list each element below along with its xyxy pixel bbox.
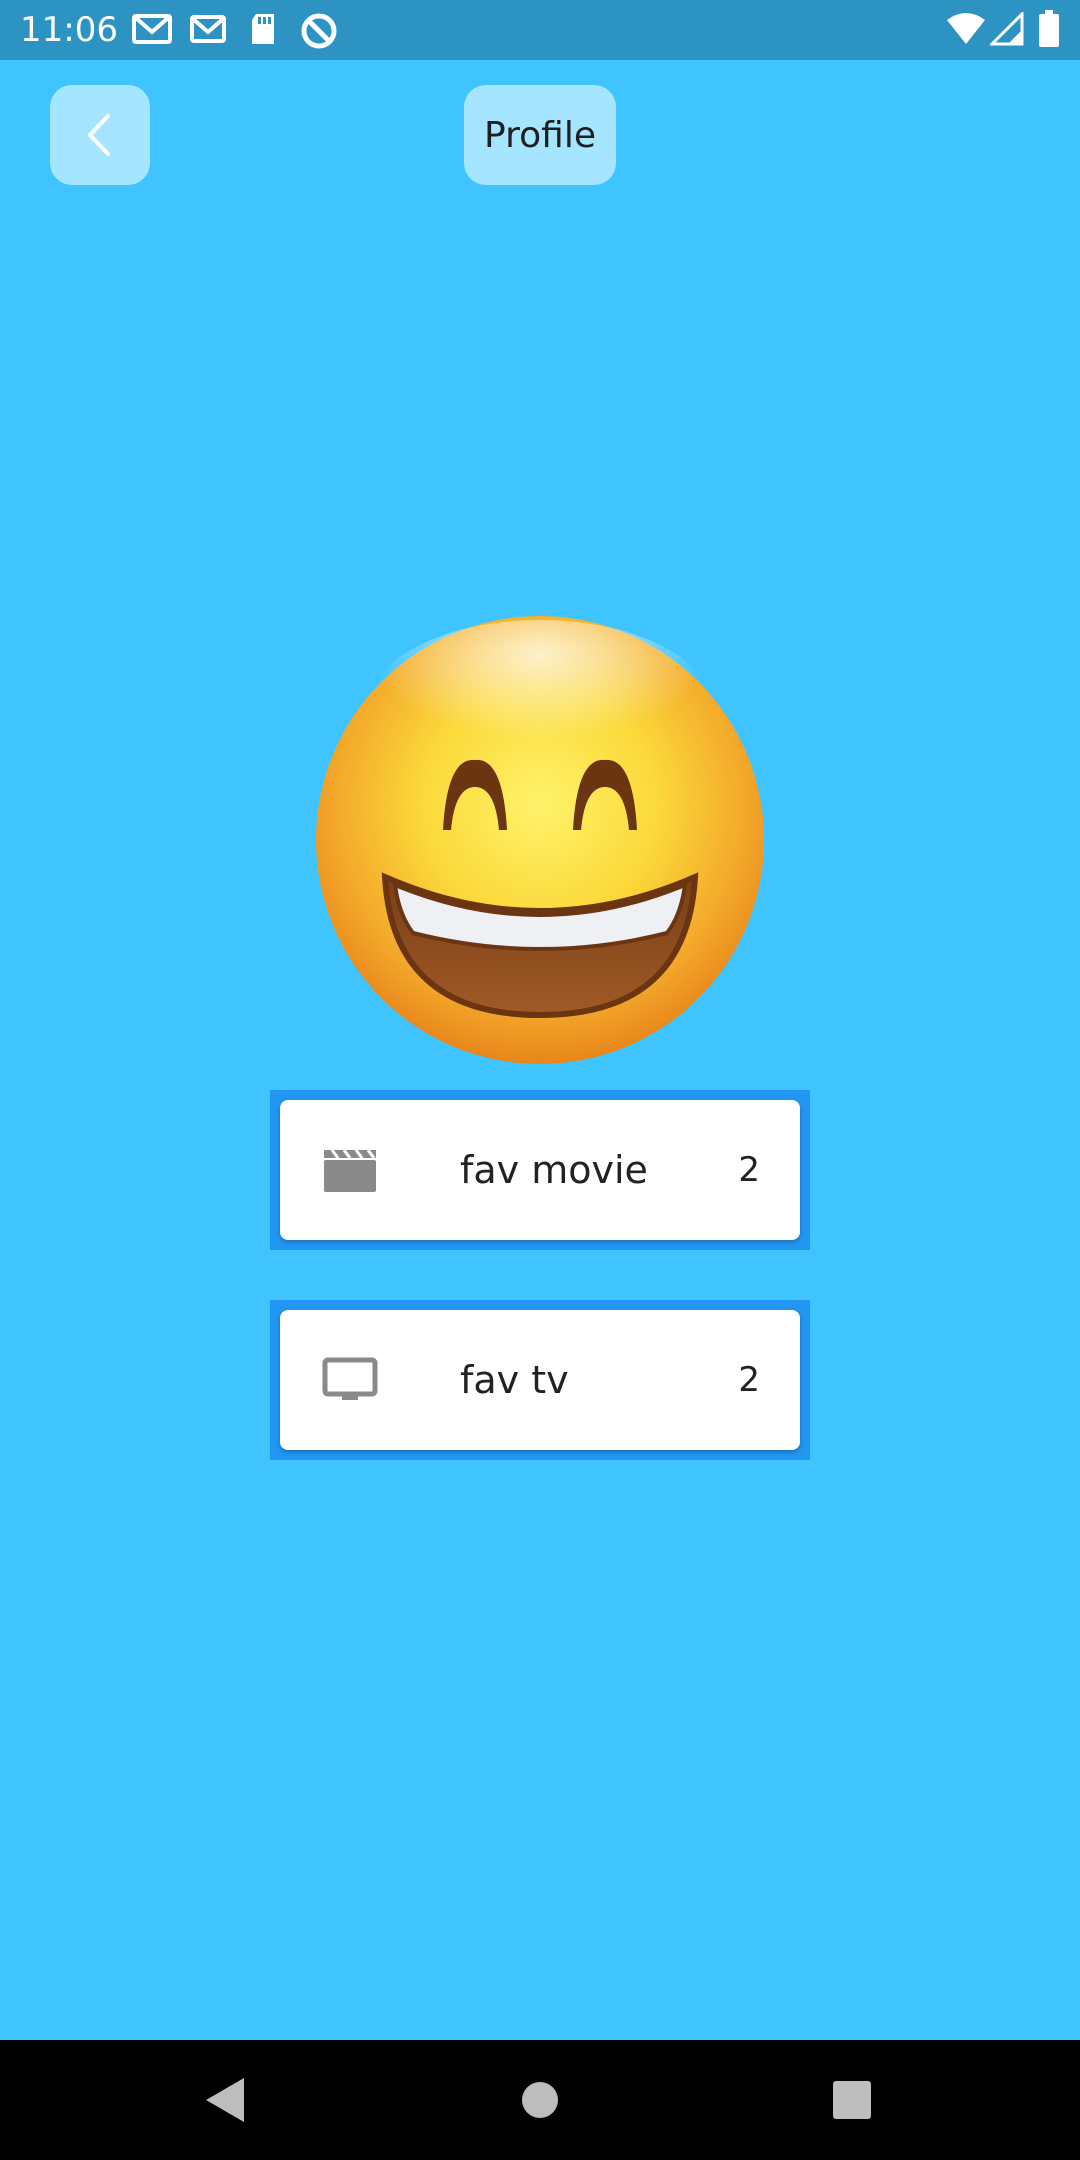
gmail-icon xyxy=(132,14,172,44)
fav-movie-label: fav movie xyxy=(460,1148,648,1192)
nav-home-icon[interactable] xyxy=(510,2070,570,2130)
nav-back-icon[interactable] xyxy=(196,2070,256,2130)
status-bar: 11:06 xyxy=(0,0,1080,60)
page-title: Profile xyxy=(464,85,616,185)
fav-tv-label: fav tv xyxy=(460,1358,569,1402)
sync-disabled-icon xyxy=(301,13,337,49)
profile-screen: 11:06 Profile fav movie 2 fav tv 2 xyxy=(0,0,1080,2160)
sd-card-icon xyxy=(252,14,274,44)
fav-movie-card-frame: fav movie 2 xyxy=(270,1090,810,1250)
nav-recents-icon[interactable] xyxy=(822,2070,882,2130)
cellular-signal-icon xyxy=(990,12,1024,46)
battery-icon xyxy=(1039,10,1059,47)
tv-icon xyxy=(322,1357,378,1400)
fav-movie-count: 2 xyxy=(738,1150,760,1190)
fav-tv-count: 2 xyxy=(738,1360,760,1400)
back-button[interactable] xyxy=(50,85,150,185)
grinning-face-emoji-avatar xyxy=(316,616,764,1064)
chevron-left-icon xyxy=(88,114,110,156)
fav-tv-card[interactable]: fav tv 2 xyxy=(280,1310,800,1450)
fav-tv-card-frame: fav tv 2 xyxy=(270,1300,810,1460)
fav-movie-card[interactable]: fav movie 2 xyxy=(280,1100,800,1240)
movie-clapper-icon xyxy=(324,1149,376,1192)
wifi-icon xyxy=(947,13,985,44)
status-time: 11:06 xyxy=(20,10,118,50)
mail-icon xyxy=(190,15,226,43)
navigation-bar xyxy=(0,2040,1080,2160)
